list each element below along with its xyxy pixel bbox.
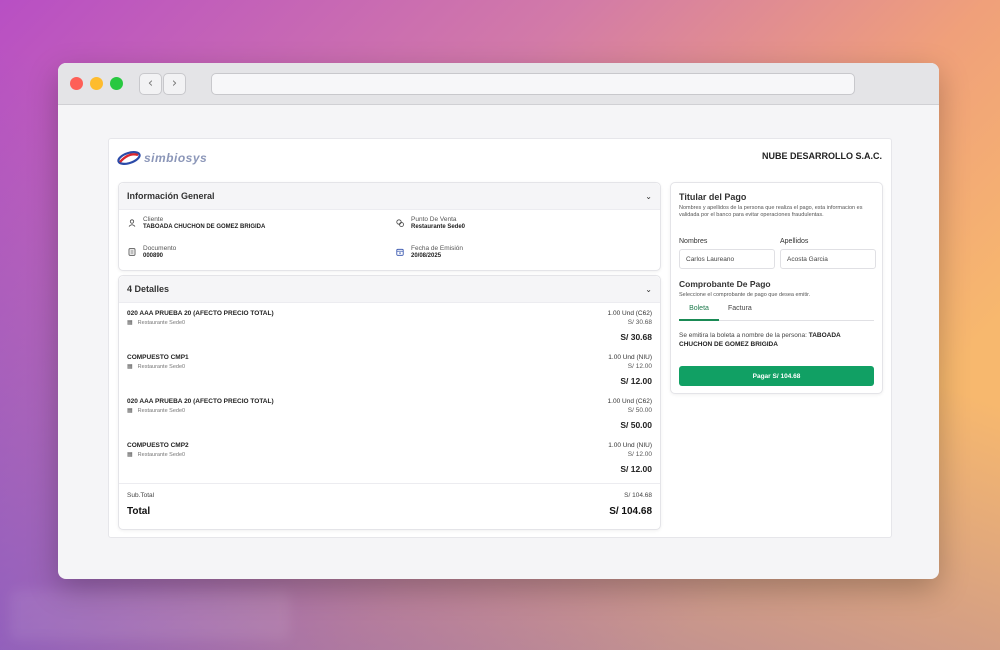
item-store-name: Restaurante Sede0 (137, 363, 186, 370)
detail-item: COMPUESTO CMP1 ▦ Restaurante Sede0 1.00 U… (127, 354, 652, 398)
item-name: 020 AAA PRUEBA 20 (AFECTO PRECIO TOTAL) (127, 398, 274, 405)
item-quantity: 1.00 Und (NIU) (608, 354, 652, 361)
chevron-right-icon[interactable]: › (163, 73, 186, 95)
company-name: NUBE DESARROLLO S.A.C. (761, 151, 882, 161)
document-value: 000890 (143, 253, 164, 259)
minimize-window-button[interactable] (90, 77, 103, 90)
logo-text: simbiosys (144, 151, 208, 165)
item-store-name: Restaurante Sede0 (137, 407, 186, 414)
receipt-tabs: Boleta Factura (679, 301, 874, 321)
item-store: ▦ Restaurante Sede0 (127, 451, 186, 459)
date-value: 20/08/2025 (411, 253, 442, 259)
item-total: S/ 30.68 (620, 332, 652, 342)
client-value: TABOADA CHUCHON DE GOMEZ BRIGIDA (143, 224, 266, 230)
general-info-header[interactable]: Información General ⌄ (119, 183, 660, 210)
document-info: Documento 000890 (128, 245, 176, 259)
general-info-title: Información General (127, 191, 215, 201)
item-store: ▦ Restaurante Sede0 (127, 407, 186, 415)
client-label: Cliente (143, 216, 164, 223)
total-value: S/ 104.68 (609, 506, 652, 517)
detail-item: 020 AAA PRUEBA 20 (AFECTO PRECIO TOTAL) … (127, 310, 652, 354)
user-icon (128, 219, 138, 229)
total-label: Total (127, 506, 151, 517)
payer-title: Titular del Pago (679, 192, 747, 202)
browser-titlebar: ‹ › (58, 63, 939, 105)
subtotal-label: Sub.Total (127, 492, 155, 499)
pay-button[interactable]: Pagar S/ 104.68 (679, 366, 874, 386)
item-store: ▦ Restaurante Sede0 (127, 363, 186, 371)
payer-description: Nombres y apellidos de la persona que re… (679, 205, 863, 218)
item-unit-price: S/ 50.00 (627, 407, 652, 414)
payment-card: Titular del Pago Nombres y apellidos de … (670, 182, 883, 394)
background-decoration (10, 590, 290, 640)
item-unit-price: S/ 12.00 (627, 451, 652, 458)
item-quantity: 1.00 Und (NIU) (608, 442, 652, 449)
receipt-message-text: Se emitira la boleta a nombre de la pers… (679, 332, 807, 339)
item-unit-price: S/ 30.68 (627, 319, 652, 326)
tab-boleta[interactable]: Boleta (679, 305, 719, 321)
pos-value: Restaurante Sede0 (411, 224, 466, 230)
last-name-field[interactable]: Acosta Garcia (780, 249, 876, 269)
receipt-title: Comprobante De Pago (679, 279, 771, 289)
store-icon: ▦ (127, 452, 133, 458)
chevron-down-icon[interactable]: ⌄ (645, 285, 652, 294)
last-name-label: Apellidos (780, 238, 809, 245)
item-total: S/ 12.00 (620, 464, 652, 474)
pos-label: Punto De Venta (411, 216, 457, 223)
logo-icon (117, 151, 141, 165)
address-bar[interactable] (211, 73, 855, 95)
document-icon (128, 248, 138, 258)
chevron-left-icon[interactable]: ‹ (139, 73, 162, 95)
receipt-description: Seleccione el comprobante de pago que de… (679, 292, 811, 298)
subtotal-value: S/ 104.68 (624, 492, 652, 499)
item-store: ▦ Restaurante Sede0 (127, 319, 186, 327)
first-name-field[interactable]: Carlos Laureano (679, 249, 775, 269)
item-name: 020 AAA PRUEBA 20 (AFECTO PRECIO TOTAL) (127, 310, 274, 317)
detail-item: COMPUESTO CMP2 ▦ Restaurante Sede0 1.00 U… (127, 442, 652, 486)
item-name: COMPUESTO CMP2 (127, 442, 189, 449)
details-title: 4 Detalles (127, 284, 170, 294)
details-card: 4 Detalles ⌄ 020 AAA PRUEBA 20 (AFECTO P… (118, 275, 661, 530)
store-icon: ▦ (127, 408, 133, 414)
details-header[interactable]: 4 Detalles ⌄ (119, 276, 660, 303)
browser-window: ‹ › simbiosys NUBE DESARROLLO S.A.C. Inf… (58, 63, 939, 579)
divider (119, 483, 660, 484)
document-label: Documento (143, 245, 177, 252)
chevron-down-icon[interactable]: ⌄ (645, 192, 652, 201)
general-info-card: Información General ⌄ Cliente TABOADA CH… (118, 182, 661, 271)
maximize-window-button[interactable] (110, 77, 123, 90)
item-unit-price: S/ 12.00 (627, 363, 652, 370)
checkout-page: simbiosys NUBE DESARROLLO S.A.C. Informa… (108, 138, 892, 538)
close-window-button[interactable] (70, 77, 83, 90)
client-info: Cliente TABOADA CHUCHON DE GOMEZ BRIGIDA (128, 216, 265, 230)
store-icon: ▦ (127, 320, 133, 326)
item-total: S/ 50.00 (620, 420, 652, 430)
pos-info: Punto De Venta Restaurante Sede0 (396, 216, 465, 230)
date-info: Fecha de Emisión 20/08/2025 (396, 245, 463, 259)
tab-factura[interactable]: Factura (728, 305, 752, 321)
item-store-name: Restaurante Sede0 (137, 319, 186, 326)
item-total: S/ 12.00 (620, 376, 652, 386)
brand-logo: simbiosys (117, 147, 207, 169)
receipt-message: Se emitira la boleta a nombre de la pers… (679, 331, 869, 349)
store-icon (396, 219, 406, 229)
item-store-name: Restaurante Sede0 (137, 451, 186, 458)
store-icon: ▦ (127, 364, 133, 370)
item-quantity: 1.00 Und (C62) (607, 398, 652, 405)
item-quantity: 1.00 Und (C62) (607, 310, 652, 317)
calendar-icon (396, 248, 406, 258)
date-label: Fecha de Emisión (411, 245, 464, 252)
detail-item: 020 AAA PRUEBA 20 (AFECTO PRECIO TOTAL) … (127, 398, 652, 442)
first-name-label: Nombres (679, 238, 708, 245)
item-name: COMPUESTO CMP1 (127, 354, 189, 361)
